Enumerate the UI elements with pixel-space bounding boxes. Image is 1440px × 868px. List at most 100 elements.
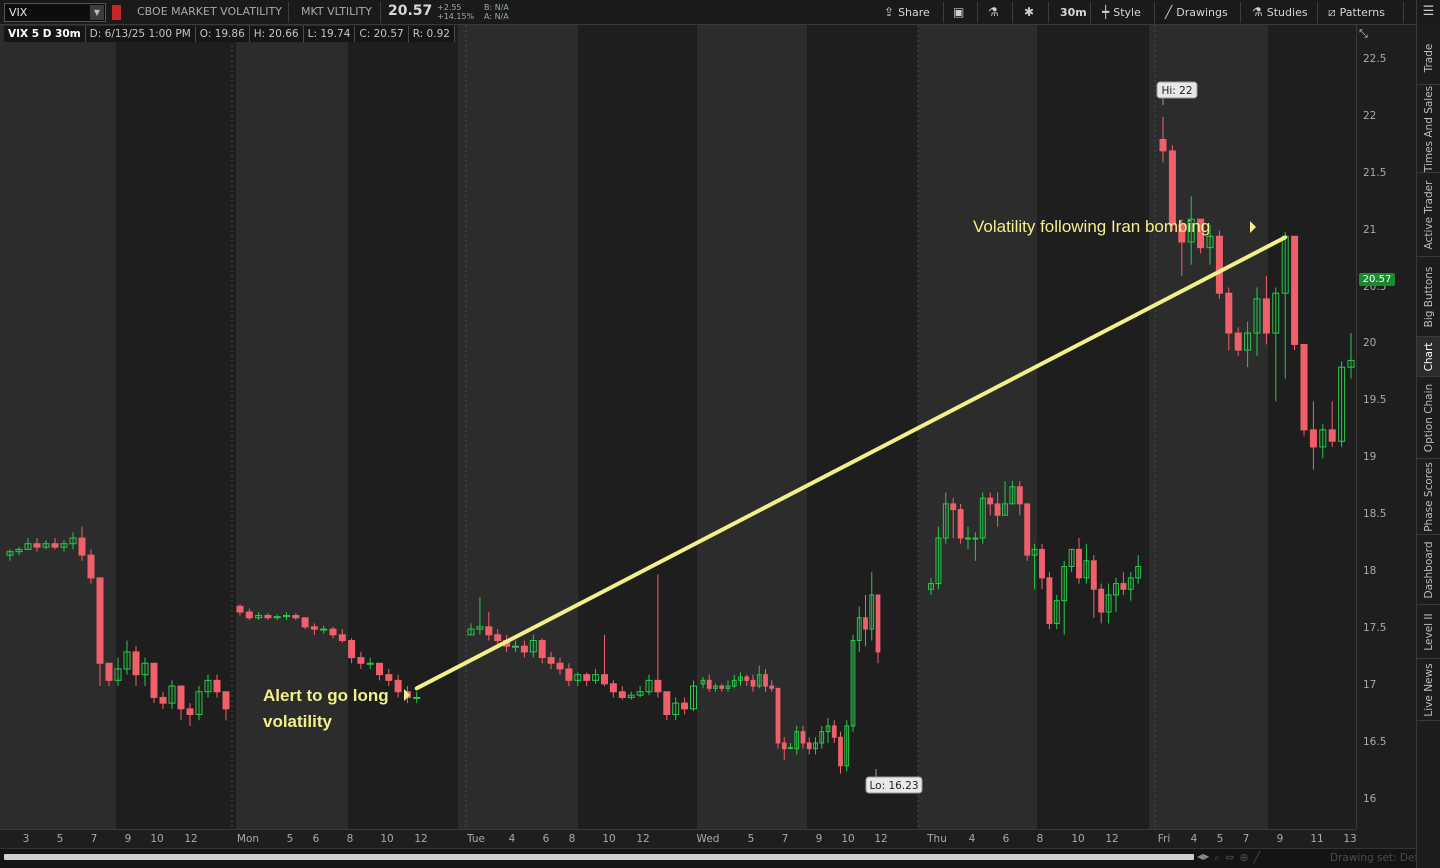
sidebar-tab-active-trader[interactable]: Active Trader xyxy=(1417,173,1440,257)
screenshot-button[interactable]: ▣ xyxy=(953,3,968,22)
candle[interactable] xyxy=(1319,424,1327,459)
axis-resize-icon[interactable]: ⤡ xyxy=(1359,27,1368,41)
candle[interactable] xyxy=(875,594,881,664)
annotation-alert-line1[interactable]: Alert to go long xyxy=(263,686,389,705)
time-axis[interactable]: 3 5 7 9 10 12 Mon 5 6 8 10 12 Tue 4 6 8 10 12 Wed 5 7 9 10 12 Th… xyxy=(0,829,1357,848)
candle[interactable] xyxy=(856,606,862,652)
pan-icon[interactable]: ⇔ xyxy=(1225,851,1239,864)
candle[interactable] xyxy=(618,686,626,700)
sidebar-tab-option-chain[interactable]: Option Chain xyxy=(1417,377,1440,459)
candle[interactable] xyxy=(1120,572,1127,595)
sidebar-tab-trade[interactable]: Trade xyxy=(1417,31,1440,85)
link-group-tag[interactable] xyxy=(112,5,121,20)
candle[interactable] xyxy=(636,686,644,698)
candle[interactable] xyxy=(663,691,671,721)
candle[interactable] xyxy=(592,668,600,684)
candle[interactable] xyxy=(1105,583,1112,624)
candle[interactable] xyxy=(806,737,812,755)
candle[interactable] xyxy=(957,503,964,544)
candle[interactable] xyxy=(195,686,203,721)
candle[interactable] xyxy=(1098,583,1105,624)
candle[interactable] xyxy=(222,691,230,721)
candle[interactable] xyxy=(645,674,653,696)
zoom-controls[interactable]: ⌕⇔⊕╱ xyxy=(1214,851,1265,865)
candle[interactable] xyxy=(844,720,850,772)
crosshair-icon[interactable]: ⊕ xyxy=(1239,851,1253,864)
candle[interactable] xyxy=(672,697,680,721)
candle[interactable] xyxy=(150,662,158,704)
candle[interactable] xyxy=(1272,287,1280,402)
drawing-pencil-icon[interactable]: ╱ xyxy=(1254,851,1266,864)
candle[interactable] xyxy=(213,674,221,698)
candle[interactable] xyxy=(1024,503,1031,561)
candle[interactable] xyxy=(177,685,185,721)
candle[interactable] xyxy=(819,725,825,749)
candlestick-chart[interactable]: Volatility following Iran bombing Alert t… xyxy=(0,25,1356,829)
flask-button[interactable]: ⚗ xyxy=(988,3,1003,22)
candle[interactable] xyxy=(1291,235,1299,351)
candle[interactable] xyxy=(681,697,689,715)
candle[interactable] xyxy=(825,717,831,743)
candle[interactable] xyxy=(1090,555,1097,618)
candle[interactable] xyxy=(394,674,402,698)
candle[interactable] xyxy=(863,594,868,647)
settings-button[interactable]: ✱ xyxy=(1024,3,1038,22)
sidebar-tab-live-news[interactable]: Live News xyxy=(1417,659,1440,721)
price-axis[interactable]: 22.5 22 21.5 21 20.5 20 19.5 19 18.5 18 17.5 17 16.5… xyxy=(1356,25,1416,829)
annotation-alert-line2[interactable]: volatility xyxy=(263,712,333,731)
candle[interactable] xyxy=(813,737,818,755)
candle[interactable] xyxy=(1083,543,1090,584)
candle[interactable] xyxy=(1053,594,1060,630)
candle[interactable] xyxy=(601,634,608,687)
zoom-icon[interactable]: ⌕ xyxy=(1214,851,1225,864)
candle[interactable] xyxy=(1309,401,1317,470)
drawings-button[interactable]: ╱ Drawings xyxy=(1165,3,1228,22)
candle[interactable] xyxy=(1281,231,1289,379)
candle[interactable] xyxy=(1039,543,1045,590)
studies-button[interactable]: ⚗ Studies xyxy=(1252,3,1308,22)
candle[interactable] xyxy=(1113,577,1119,613)
timeframe-button[interactable]: 30m xyxy=(1060,3,1087,22)
candle[interactable] xyxy=(132,646,140,687)
candle[interactable] xyxy=(654,574,662,698)
menu-icon[interactable]: ☰ xyxy=(1416,0,1440,25)
candle[interactable] xyxy=(583,672,591,687)
candle[interactable] xyxy=(775,687,781,749)
candle[interactable] xyxy=(1061,560,1068,635)
candle[interactable] xyxy=(413,691,421,704)
sidebar-tab-dashboard[interactable]: Dashboard xyxy=(1417,535,1440,605)
candle[interactable] xyxy=(1328,401,1336,447)
annotation-iran-bombing[interactable]: Volatility following Iran bombing xyxy=(973,217,1210,236)
candle[interactable] xyxy=(141,657,149,687)
style-button[interactable]: ┿ Style xyxy=(1102,3,1141,22)
candle[interactable] xyxy=(831,720,837,743)
candle[interactable] xyxy=(1076,538,1082,584)
patterns-button[interactable]: ⧄ Patterns xyxy=(1328,3,1385,22)
candle[interactable] xyxy=(1215,230,1223,299)
candle[interactable] xyxy=(168,680,176,709)
candle[interactable] xyxy=(159,691,167,709)
price-chart[interactable]: Volatility following Iran bombing Alert t… xyxy=(0,25,1356,829)
candle[interactable] xyxy=(1300,343,1308,436)
candle[interactable] xyxy=(1068,548,1075,573)
sidebar-tab-big-buttons[interactable]: Big Buttons xyxy=(1417,257,1440,337)
candle[interactable] xyxy=(690,680,697,712)
sidebar-tab-level-ii[interactable]: Level II xyxy=(1417,605,1440,659)
candle[interactable] xyxy=(1046,572,1053,630)
horizontal-scrollbar[interactable] xyxy=(4,854,1194,860)
candle[interactable] xyxy=(366,657,374,669)
sidebar-tab-phase-scores[interactable]: Phase Scores xyxy=(1417,459,1440,535)
chevron-down-icon[interactable]: ▼ xyxy=(90,5,104,20)
sidebar-tab-times-and-sales[interactable]: Times And Sales xyxy=(1417,85,1440,173)
symbol-input[interactable]: VIX ▼ xyxy=(4,3,106,22)
candle[interactable] xyxy=(609,680,617,698)
candle[interactable] xyxy=(869,572,875,641)
candle[interactable] xyxy=(850,634,856,732)
scroll-right-icon[interactable]: ◀▶ xyxy=(1197,852,1209,861)
candle[interactable] xyxy=(348,638,356,664)
candle[interactable] xyxy=(1135,555,1142,584)
candle[interactable] xyxy=(385,668,393,687)
candle[interactable] xyxy=(838,731,843,774)
candle[interactable] xyxy=(186,703,194,726)
lo-label[interactable]: Lo: 16.23 xyxy=(865,776,923,794)
